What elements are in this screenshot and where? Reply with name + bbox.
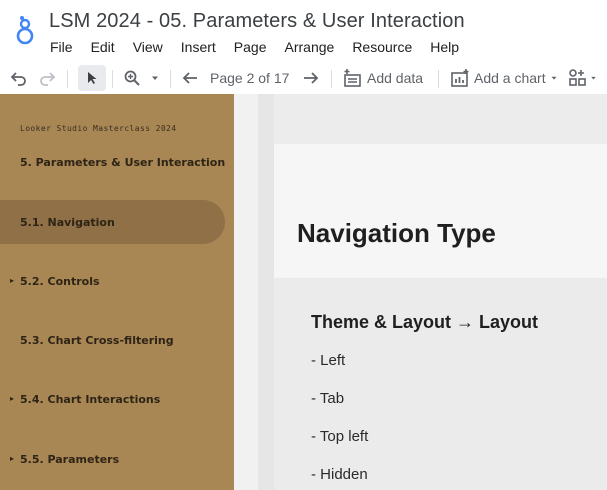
add-control-button[interactable] — [568, 62, 598, 94]
content-box[interactable] — [274, 278, 607, 490]
menu-help[interactable]: Help — [430, 39, 459, 55]
app-header: LSM 2024 - 05. Parameters & User Interac… — [0, 0, 607, 95]
nav-item-controls[interactable]: 5.2. Controls — [10, 275, 99, 288]
report-navigation-sidebar: Looker Studio Masterclass 2024 5. Parame… — [0, 94, 234, 490]
previous-page-button[interactable] — [181, 62, 199, 94]
menu-page[interactable]: Page — [234, 39, 267, 55]
next-page-button[interactable] — [302, 62, 320, 94]
option-top-left[interactable]: - Top left — [311, 428, 368, 445]
menu-edit[interactable]: Edit — [91, 39, 115, 55]
redo-button[interactable] — [38, 62, 56, 94]
sidebar-heading: Looker Studio Masterclass 2024 — [20, 124, 177, 133]
toolbar: Page 2 of 17 Add data Add a chart — [0, 62, 607, 94]
chevron-down-icon — [591, 76, 596, 80]
add-chart-label: Add a chart — [474, 70, 546, 86]
chevron-down-icon — [551, 76, 557, 80]
zoom-button[interactable] — [123, 62, 161, 94]
add-data-button[interactable]: Add data — [343, 62, 423, 94]
menu-file[interactable]: File — [50, 39, 73, 55]
menu-bar: File Edit View Insert Page Arrange Resou… — [50, 39, 477, 55]
nav-item-parameters[interactable]: 5.5. Parameters — [10, 453, 119, 466]
header-band[interactable] — [274, 94, 607, 144]
nav-item-chart-interactions[interactable]: 5.4. Chart Interactions — [10, 393, 160, 406]
option-left[interactable]: - Left — [311, 352, 345, 369]
add-chart-icon — [451, 69, 469, 87]
nav-item-chart-cross-filtering[interactable]: 5.3. Chart Cross-filtering — [20, 334, 174, 347]
chevron-down-icon — [152, 76, 158, 80]
select-tool-button[interactable] — [78, 65, 106, 91]
menu-view[interactable]: View — [133, 39, 163, 55]
page-edge — [258, 94, 274, 490]
menu-resource[interactable]: Resource — [352, 39, 412, 55]
add-control-icon — [569, 69, 586, 86]
add-data-icon — [344, 69, 361, 87]
zoom-icon — [124, 70, 140, 86]
menu-insert[interactable]: Insert — [181, 39, 216, 55]
redo-icon — [40, 72, 56, 86]
menu-arrange[interactable]: Arrange — [285, 39, 335, 55]
option-tab[interactable]: - Tab — [311, 390, 344, 407]
report-title[interactable]: LSM 2024 - 05. Parameters & User Interac… — [49, 10, 465, 33]
section-heading[interactable]: Theme & Layout → Layout — [311, 312, 538, 333]
nav-item-parameters-user-interaction[interactable]: 5. Parameters & User Interaction — [20, 156, 225, 169]
looker-studio-logo-icon[interactable] — [10, 14, 40, 48]
arrow-right-icon — [304, 72, 319, 84]
undo-icon — [10, 72, 26, 86]
page-indicator: Page 2 of 17 — [210, 70, 290, 86]
select-pointer-icon — [88, 72, 97, 84]
add-chart-button[interactable]: Add a chart — [450, 62, 559, 94]
nav-item-navigation[interactable]: 5.1. Navigation — [20, 216, 115, 229]
page-title[interactable]: Navigation Type — [297, 218, 496, 249]
option-hidden[interactable]: - Hidden — [311, 466, 368, 483]
undo-button[interactable] — [10, 62, 28, 94]
add-data-label: Add data — [367, 70, 424, 86]
arrow-left-icon — [182, 72, 197, 84]
